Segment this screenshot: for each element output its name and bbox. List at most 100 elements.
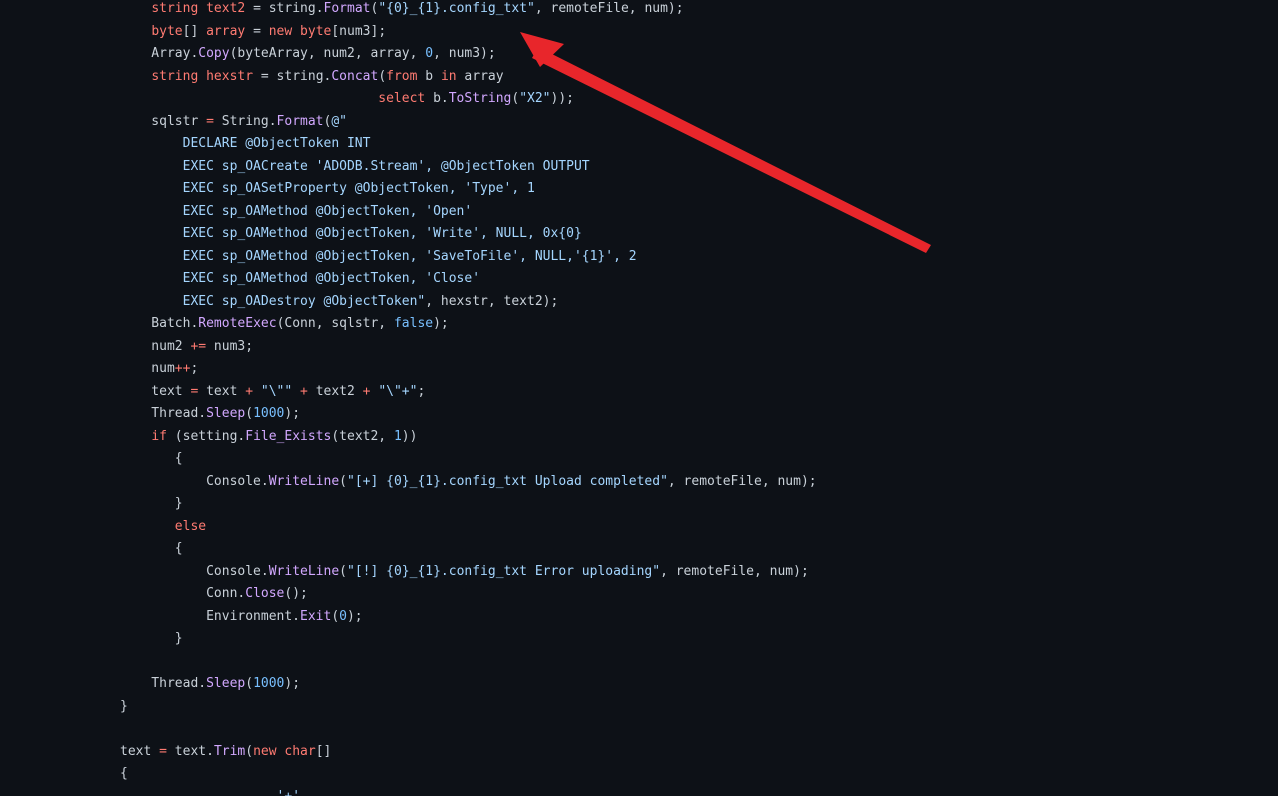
code-token: []	[182, 23, 207, 39]
code-line: Environment.Exit(0);	[120, 606, 817, 629]
code-token: "X2"	[519, 91, 551, 106]
code-line: Conn.Close();	[120, 583, 817, 606]
code-token: ++	[174, 361, 191, 376]
code-token: = string.	[245, 1, 324, 16]
code-token: = string.	[253, 68, 332, 84]
code-line: if (setting.File_Exists(text2, 1))	[120, 426, 817, 449]
code-token: (	[339, 563, 347, 579]
code-line: sqlstr = String.Format(@"	[120, 111, 817, 134]
code-token: b.	[425, 91, 449, 106]
code-token: Console.	[120, 563, 269, 579]
code-line: EXEC sp_OAMethod @ObjectToken, 'Write', …	[120, 223, 817, 246]
code-token: num3;	[206, 338, 254, 354]
code-token: Conn.	[120, 586, 246, 601]
code-token: +	[300, 383, 308, 399]
code-token: else	[174, 518, 207, 534]
code-line: Batch.RemoteExec(Conn, sqlstr, false);	[120, 313, 817, 336]
code-token: text2	[206, 1, 246, 16]
code-token: }	[120, 631, 183, 646]
code-token: "\""	[260, 383, 293, 399]
code-token: EXEC sp_OACreate 'ADODB.Stream', @Object…	[120, 158, 590, 174]
code-line: text = text.Trim(new char[]	[120, 741, 817, 764]
code-token: WriteLine	[268, 473, 340, 489]
code-token: (byteArray, num2, array,	[229, 46, 426, 61]
code-token: (	[378, 68, 387, 84]
code-token: text2	[307, 383, 363, 399]
code-token: (setting.	[166, 428, 246, 444]
code-token: sqlstr	[120, 113, 207, 129]
code-token: (Conn, sqlstr,	[276, 316, 394, 331]
code-token: Format	[276, 113, 324, 129]
code-line: EXEC sp_OAMethod @ObjectToken, 'Open'	[120, 201, 817, 224]
code-token: 0	[425, 46, 434, 61]
code-line: else	[120, 516, 817, 539]
code-token: ));	[550, 91, 574, 106]
code-line: Console.WriteLine("[+] {0}_{1}.config_tx…	[120, 471, 817, 494]
code-token: false	[393, 316, 434, 331]
code-line: EXEC sp_OASetProperty @ObjectToken, 'Typ…	[120, 178, 817, 201]
code-token: EXEC sp_OAMethod @ObjectToken, 'Open'	[120, 203, 473, 219]
code-token: (	[331, 608, 340, 624]
code-token: ;	[190, 361, 199, 376]
code-token: "[!] {0}_{1}.config_txt Error uploading"	[347, 563, 661, 579]
code-line: num++;	[120, 358, 817, 381]
code-line: Thread.Sleep(1000);	[120, 673, 817, 696]
code-token: Environment.	[120, 608, 301, 624]
code-token: 1	[393, 428, 402, 444]
code-token: ();	[284, 586, 308, 601]
code-line: EXEC sp_OADestroy @ObjectToken", hexstr,…	[120, 291, 817, 314]
code-token: 1000	[253, 406, 285, 421]
code-token: );	[284, 406, 301, 421]
code-token: 1000	[253, 676, 285, 691]
code-token: Array.	[120, 46, 199, 61]
code-token: "{0}_{1}.config_txt"	[378, 1, 535, 16]
code-token: {	[120, 541, 183, 556]
code-line: {	[120, 538, 817, 561]
code-token: Thread.	[120, 676, 207, 691]
code-token: RemoteExec	[198, 316, 277, 331]
code-line: select b.ToString("X2"));	[120, 88, 817, 111]
code-token: string	[151, 68, 199, 84]
code-token: Trim	[213, 743, 246, 759]
code-token: , remoteFile, num);	[667, 473, 817, 489]
code-token: );	[433, 316, 449, 331]
code-line: EXEC sp_OACreate 'ADODB.Stream', @Object…	[120, 156, 817, 179]
code-token: hexstr	[206, 68, 254, 84]
code-token: char	[284, 743, 316, 759]
code-token: text.	[166, 743, 214, 759]
code-token: select	[378, 91, 426, 106]
code-token: , hexstr, text2);	[425, 293, 559, 309]
code-token: Console.	[120, 473, 269, 489]
code-token: , remoteFile, num);	[660, 563, 809, 579]
code-token: Sleep	[206, 406, 246, 421]
code-token: in	[440, 68, 457, 84]
code-token: Exit	[300, 608, 332, 624]
code-token: Format	[323, 1, 371, 16]
code-token: ))	[401, 428, 418, 444]
code-token: []	[315, 743, 332, 759]
code-token: (	[339, 473, 347, 489]
code-token: (text2,	[331, 428, 394, 444]
code-token: new	[253, 743, 277, 759]
code-token: String.	[213, 113, 277, 129]
code-line: num2 += num3;	[120, 336, 817, 359]
code-token: string	[151, 1, 199, 16]
code-token: 0	[339, 608, 347, 624]
code-token: @"	[331, 113, 347, 129]
code-token: +	[245, 383, 254, 399]
code-line: }	[120, 628, 817, 651]
code-token: if	[151, 428, 167, 444]
code-token: (	[245, 743, 254, 759]
code-token: }	[120, 698, 128, 714]
